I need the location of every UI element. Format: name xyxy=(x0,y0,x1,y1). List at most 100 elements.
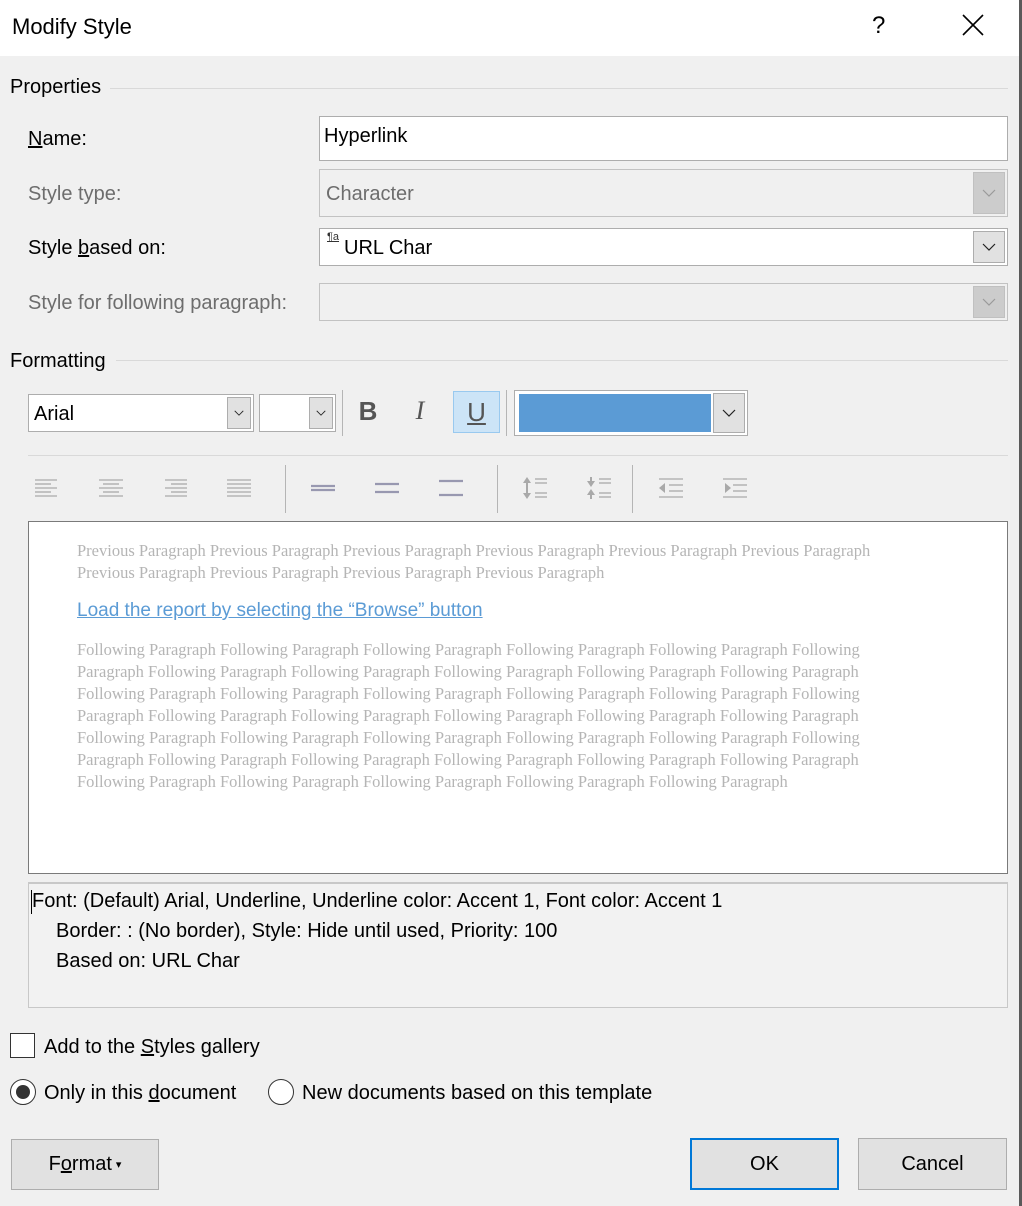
based-on-select[interactable]: ¶a URL Char xyxy=(319,228,1008,266)
chevron-down-icon xyxy=(982,189,996,197)
formatting-group-label: Formatting xyxy=(10,350,106,372)
name-input-value: Hyperlink xyxy=(324,125,408,147)
decrease-indent-button[interactable] xyxy=(655,472,687,504)
previous-paragraph-text: Previous Paragraph Previous Paragraph Pr… xyxy=(77,541,871,582)
increase-paragraph-spacing-icon xyxy=(523,477,547,499)
following-paragraph-select[interactable] xyxy=(319,283,1008,321)
linked-style-icon: ¶a xyxy=(327,231,340,243)
properties-divider xyxy=(110,88,1008,89)
based-on-access-key: b xyxy=(78,237,90,259)
new-documents-label[interactable]: New documents based on this template xyxy=(302,1082,652,1105)
only-this-document-radio[interactable] xyxy=(10,1079,36,1105)
based-on-dropdown-button[interactable] xyxy=(973,231,1005,263)
toolbar-divider xyxy=(28,455,1008,456)
only-doc-pre: Only in this xyxy=(44,1082,149,1104)
increase-indent-button[interactable] xyxy=(719,472,751,504)
radio-selected-dot xyxy=(16,1085,30,1099)
italic-button[interactable]: I xyxy=(400,392,440,430)
decrease-paragraph-spacing-icon xyxy=(587,477,611,499)
chevron-down-icon xyxy=(982,243,996,251)
increase-indent-icon xyxy=(723,478,747,498)
font-color-dropdown-button[interactable] xyxy=(713,393,745,433)
format-menu-button[interactable]: Fo rmat ▾ xyxy=(11,1139,159,1190)
properties-group-label: Properties xyxy=(10,76,102,98)
chevron-down-icon xyxy=(316,410,326,416)
only-doc-rest: ocument xyxy=(159,1082,237,1104)
bold-button[interactable]: B xyxy=(348,392,388,430)
close-icon xyxy=(962,14,984,36)
justify-button[interactable] xyxy=(223,472,255,504)
decrease-indent-icon xyxy=(659,478,683,498)
double-spacing-icon xyxy=(439,479,463,497)
font-color-select[interactable] xyxy=(514,390,748,436)
font-size-select[interactable] xyxy=(259,394,336,432)
description-border: Border: : (No border), Style: Hide until… xyxy=(56,920,558,942)
align-left-icon xyxy=(35,479,57,497)
align-right-button[interactable] xyxy=(159,472,191,504)
add-gallery-access-key: S xyxy=(140,1036,155,1058)
one-half-spacing-button[interactable] xyxy=(371,472,403,504)
following-paragraph-label: Style for following paragraph: xyxy=(28,292,288,314)
align-center-button[interactable] xyxy=(95,472,127,504)
dropdown-arrow-icon: ▾ xyxy=(115,1159,122,1171)
name-input[interactable]: Hyperlink xyxy=(319,116,1008,161)
font-name-dropdown-button[interactable] xyxy=(227,397,251,429)
dialog-title: Modify Style xyxy=(12,14,132,39)
only-this-document-label[interactable]: Only in this document xyxy=(44,1082,236,1105)
name-label: Name: xyxy=(28,128,87,151)
font-name-select[interactable]: Arial xyxy=(28,394,254,432)
style-type-dropdown-button[interactable] xyxy=(973,172,1005,214)
style-type-label: Style type: xyxy=(28,183,122,205)
based-on-label: Style based on: xyxy=(28,237,166,260)
chevron-down-icon xyxy=(234,410,244,416)
style-description: Font: (Default) Arial, Underline, Underl… xyxy=(28,882,1008,1008)
formatting-divider xyxy=(116,360,1008,361)
single-spacing-button[interactable] xyxy=(307,472,339,504)
style-type-value: Character xyxy=(326,183,414,205)
underline-button[interactable]: U xyxy=(453,391,500,433)
only-doc-access-key: d xyxy=(148,1082,160,1104)
style-preview: Previous Paragraph Previous Paragraph Pr… xyxy=(28,521,1008,874)
add-gallery-rest: tyles gallery xyxy=(154,1036,260,1058)
toolbar-separator xyxy=(497,465,498,513)
new-documents-radio[interactable] xyxy=(268,1079,294,1105)
align-center-icon xyxy=(99,479,123,497)
following-paragraph-text: Following Paragraph Following Paragraph … xyxy=(77,640,860,791)
toolbar-separator xyxy=(506,390,507,436)
toolbar-separator xyxy=(342,390,343,436)
ok-button[interactable]: OK xyxy=(690,1138,839,1190)
help-button[interactable]: ? xyxy=(872,12,885,40)
format-rest: rmat xyxy=(71,1153,112,1175)
font-name-value: Arial xyxy=(34,403,75,425)
align-left-button[interactable] xyxy=(31,472,63,504)
chevron-down-icon xyxy=(982,298,996,306)
based-on-label-pre: Style xyxy=(28,237,79,259)
single-spacing-icon xyxy=(311,484,335,492)
justify-icon xyxy=(227,479,251,497)
double-spacing-button[interactable] xyxy=(435,472,467,504)
cancel-button[interactable]: Cancel xyxy=(858,1138,1007,1190)
description-font: Font: (Default) Arial, Underline, Underl… xyxy=(32,890,723,912)
toolbar-separator xyxy=(632,465,633,513)
add-to-gallery-checkbox[interactable] xyxy=(10,1033,35,1058)
increase-paragraph-spacing-button[interactable] xyxy=(519,472,551,504)
font-color-swatch xyxy=(519,394,711,432)
following-paragraph-dropdown-button[interactable] xyxy=(973,286,1005,318)
description-based-on: Based on: URL Char xyxy=(56,950,240,972)
decrease-paragraph-spacing-button[interactable] xyxy=(583,472,615,504)
close-button[interactable] xyxy=(958,10,988,40)
chevron-down-icon xyxy=(722,409,736,417)
toolbar-separator xyxy=(285,465,286,513)
format-access-key: o xyxy=(60,1153,72,1175)
name-label-text: ame: xyxy=(42,128,87,150)
format-pre: F xyxy=(48,1153,61,1175)
name-access-key: N xyxy=(28,128,43,150)
one-half-spacing-icon xyxy=(375,482,399,494)
font-size-dropdown-button[interactable] xyxy=(309,397,333,429)
add-gallery-pre: Add to the xyxy=(44,1036,141,1058)
align-right-icon xyxy=(165,479,187,497)
based-on-value: URL Char xyxy=(344,237,433,259)
add-to-gallery-label[interactable]: Add to the Styles gallery xyxy=(44,1036,260,1059)
sample-text: Load the report by selecting the “Browse… xyxy=(77,600,483,621)
style-type-select[interactable]: Character xyxy=(319,169,1008,217)
